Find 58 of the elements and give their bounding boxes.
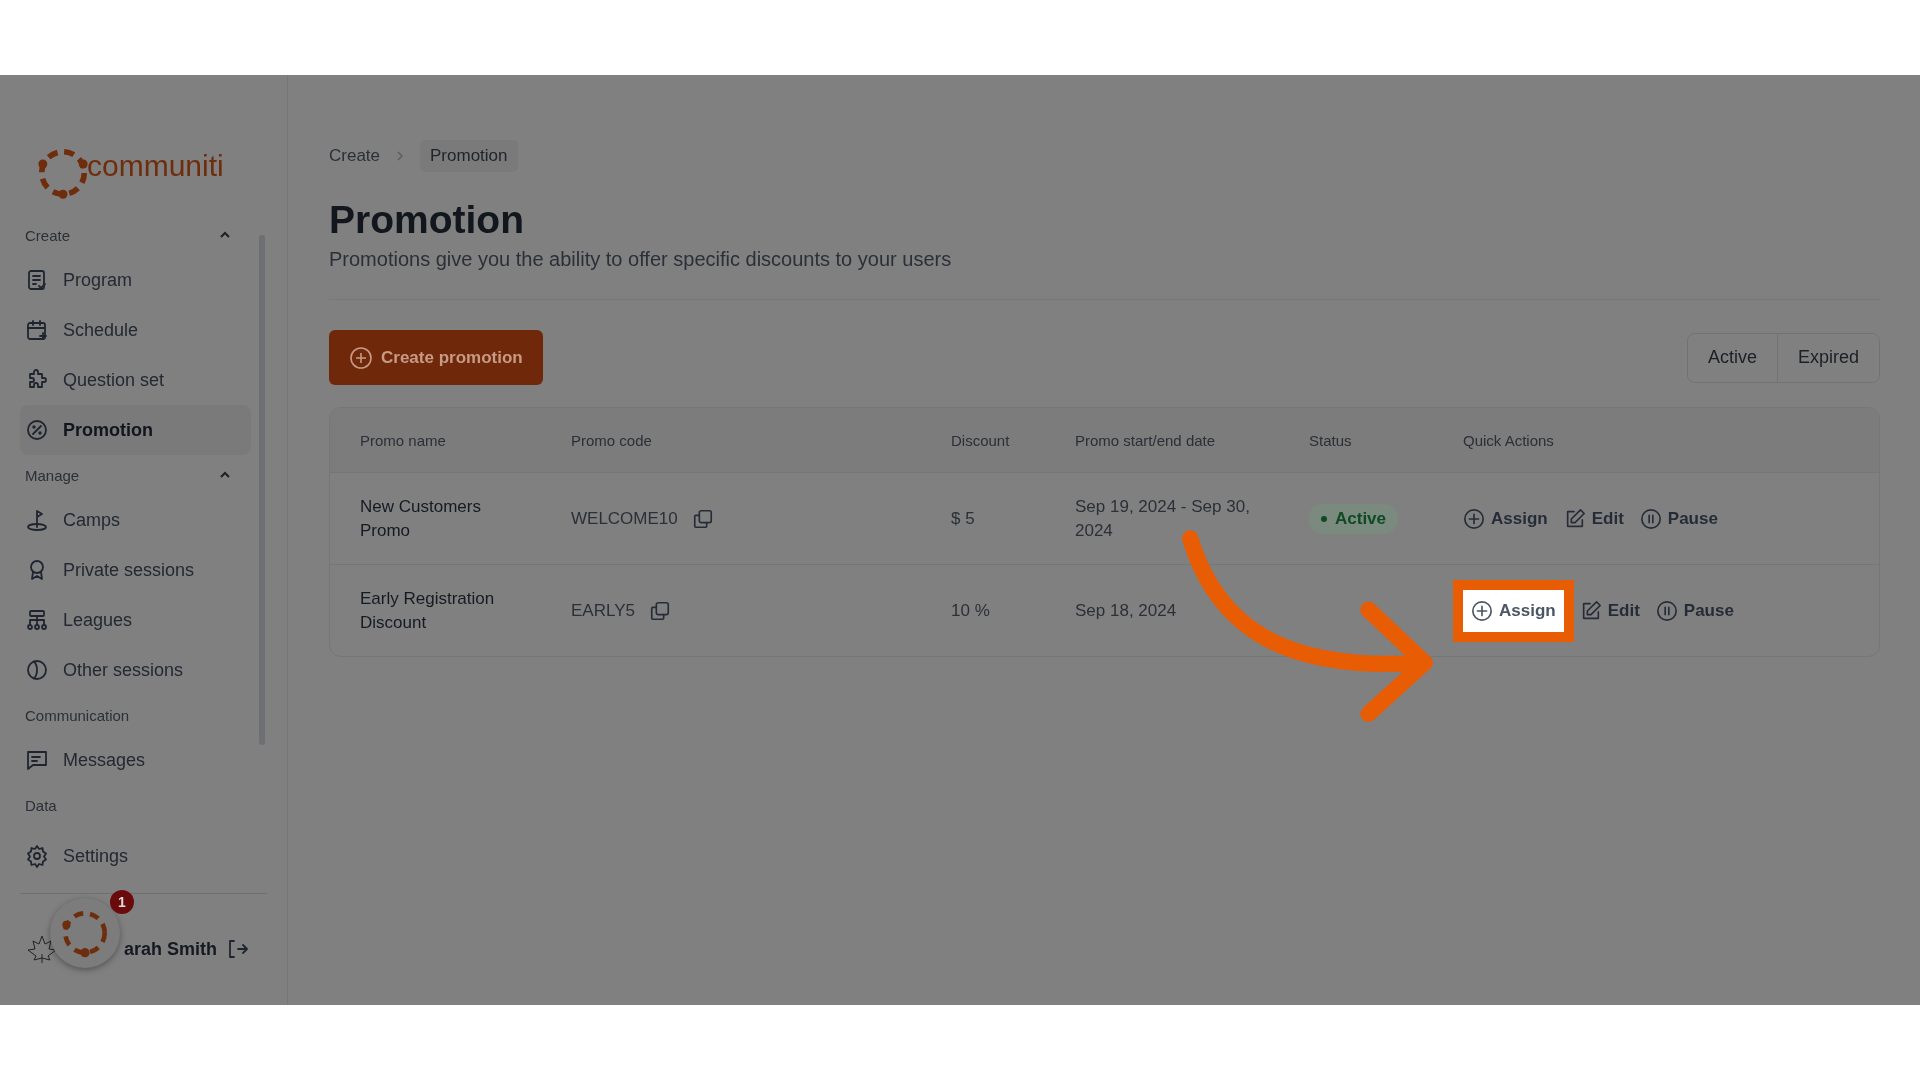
breadcrumb-link[interactable]: Create [329,146,381,166]
section-label: Data [25,796,57,814]
nav-item[interactable]: Private sessions [20,545,251,595]
table-cell-text: 10 % [951,600,991,621]
nav-item[interactable]: Other sessions [20,645,251,695]
table-cell-text: $ 5 [951,508,976,529]
column-header: Status [1309,431,1353,449]
logo-text: communiti [87,149,224,183]
settings-icon [25,844,49,868]
column-header: Discount [951,431,1011,449]
plus-circle-icon [349,345,373,370]
column-header: Promo code [571,431,653,449]
user-name: arah Smith [124,938,218,960]
nav-item[interactable]: Leagues [20,595,251,645]
copy-icon[interactable] [691,507,714,530]
column-header: Quick Actions [1463,431,1555,449]
section-label: Manage [25,466,80,484]
hierarchy-icon [25,608,49,632]
page-title: Promotion [329,198,525,242]
flag-icon [25,508,49,532]
table-cell-text: Sep 19, 2024 - Sep 30, 2024 [1075,495,1251,542]
nav-item[interactable]: Schedule [20,305,251,355]
section-label: Communication [25,706,130,724]
pause-icon [1655,599,1678,622]
column-header: Promo start/end date [1075,431,1217,449]
document-icon [25,268,49,292]
table-cell-text: Sep 18, 2024 [1075,599,1178,622]
help-widget[interactable] [50,898,120,968]
breadcrumb-link[interactable]: Promotion [420,140,518,172]
copy-icon[interactable] [648,599,671,622]
action-link[interactable]: Edit [1563,507,1624,530]
nav-item[interactable]: Settings [20,831,267,881]
ball-icon [25,658,49,682]
percent-icon [25,418,49,442]
nav-item[interactable]: Program [20,255,251,305]
page-subtitle: Promotions give you the ability to offer specific discounts to your users [329,248,953,271]
nav-item[interactable]: Question set [20,355,251,405]
pause-icon [1639,507,1662,530]
table-cell-text: Early Registration Discount [360,587,496,634]
action-link[interactable]: Pause [1639,507,1718,530]
table-cell: WELCOME10 [571,508,678,529]
plus-circle-icon [1471,599,1493,622]
status-badge: Active [1309,503,1399,534]
column-header: Promo name [360,431,447,449]
section-label: Create [25,226,71,244]
action-link[interactable]: Assign [1463,507,1548,530]
nav-item[interactable]: Messages [20,735,251,785]
nav-item[interactable]: Camps [20,495,251,545]
action-link[interactable]: Edit [1579,589,1640,632]
table-cell-text: New Customers Promo [360,495,482,542]
notification-badge: 1 [110,890,134,914]
action-link[interactable]: Pause [1655,589,1734,632]
plus-circle-icon [1463,507,1485,530]
table-cell: EARLY5 [571,600,635,621]
nav-item[interactable]: Promotion [20,405,251,455]
message-icon [25,748,49,772]
create-promotion-button[interactable]: Create promotion [329,330,543,385]
calendar-icon [25,318,49,342]
